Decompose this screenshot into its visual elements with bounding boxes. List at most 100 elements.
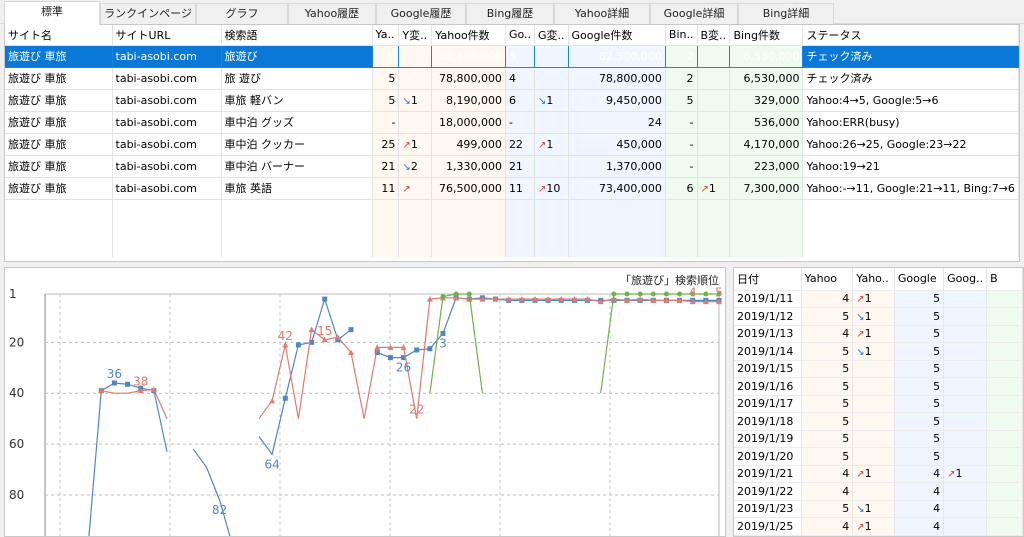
- cell-b: 2: [665, 67, 698, 90]
- data-label: 26: [396, 361, 411, 375]
- column-header[interactable]: B変..: [697, 25, 731, 46]
- history-google-rank: 5: [894, 307, 945, 326]
- rank-change-value: 1: [864, 344, 872, 358]
- cell-url: tabi-asobi.com: [112, 155, 222, 178]
- tab-3[interactable]: Yahoo履歴: [288, 3, 376, 24]
- history-row[interactable]: 2019/1/11 4 ↗1 5: [734, 290, 1023, 308]
- cell-y: 11: [372, 177, 400, 200]
- table-row[interactable]: 旅遊び 車旅 tabi-asobi.com 旅 遊び 5 78,800,000 4 78,8…: [5, 67, 1019, 90]
- cell-gc: ↘1: [534, 89, 569, 112]
- history-row[interactable]: 2019/1/13 4 ↗1 5: [734, 325, 1023, 343]
- history-google-change: [943, 500, 988, 518]
- table-row[interactable]: 旅遊び 車旅 tabi-asobi.com 車旅 英語 11 ↗ 76,500,000 11…: [5, 177, 1019, 200]
- cell-yc: ↘1: [398, 89, 433, 112]
- column-header[interactable]: Go..: [505, 25, 536, 46]
- series-line-1: [258, 297, 719, 420]
- tab-7[interactable]: Google詳細: [650, 3, 738, 24]
- cell-bn: 536,000: [729, 111, 804, 134]
- tab-4[interactable]: Google履歴: [376, 3, 466, 24]
- history-yahoo-change: [852, 377, 895, 396]
- cell-yn: 8,190,000: [431, 89, 506, 112]
- history-row[interactable]: 2019/1/14 5 ↘1 5: [734, 342, 1023, 361]
- history-google-change: [943, 447, 988, 466]
- history-yahoo-change: [852, 412, 895, 431]
- column-header[interactable]: Ya..: [372, 25, 400, 46]
- history-row[interactable]: 2019/1/12 5 ↘1 5: [734, 307, 1023, 326]
- data-label: 36: [107, 367, 122, 381]
- tab-0[interactable]: 標準: [4, 1, 100, 25]
- cell-y: 5: [372, 67, 400, 90]
- rank-change-value: 1: [546, 137, 554, 151]
- column-header[interactable]: Bin..: [665, 25, 698, 46]
- tab-2[interactable]: グラフ: [196, 3, 288, 24]
- rank-change-value: 1: [864, 519, 872, 533]
- table-row[interactable]: 旅遊び 車旅 tabi-asobi.com 車旅 軽バン 5 ↘1 8,190,000 6 ↘…: [5, 89, 1019, 112]
- history-yahoo-change: ↗1: [852, 517, 895, 536]
- history-google-change: [943, 482, 988, 501]
- history-yahoo-rank: 5: [801, 412, 854, 431]
- cell-gn: 82,300,000: [568, 45, 666, 68]
- history-row[interactable]: 2019/1/17 5 5: [734, 395, 1023, 413]
- history-google-rank: 5: [894, 412, 945, 431]
- rank-change-value: 1: [708, 181, 716, 195]
- history-row[interactable]: 2019/1/21 4 ↗1 4 ↗1: [734, 465, 1023, 483]
- history-column-header[interactable]: 日付: [734, 268, 802, 291]
- yahoo-point: [295, 342, 301, 348]
- bing-point: [440, 294, 446, 300]
- cell-status: チェック済み: [802, 67, 1019, 90]
- column-header[interactable]: ステータス: [802, 25, 1019, 46]
- history-row[interactable]: 2019/1/18 5 5: [734, 412, 1023, 431]
- history-column-header[interactable]: Goog..: [943, 268, 988, 291]
- history-yahoo-change: [852, 430, 895, 448]
- column-header[interactable]: サイトURL: [112, 25, 222, 46]
- tab-5[interactable]: Bing履歴: [466, 3, 554, 24]
- history-google-change: [943, 342, 988, 361]
- column-header[interactable]: Bing件数: [729, 25, 804, 46]
- column-header[interactable]: Y変..: [398, 25, 433, 46]
- history-yahoo-rank: 5: [801, 395, 854, 413]
- history-yahoo-rank: 4: [801, 517, 854, 536]
- bing-point: [677, 291, 683, 297]
- cell-bc: [697, 67, 731, 90]
- history-row[interactable]: 2019/1/23 5 ↘1 4: [734, 500, 1023, 518]
- history-yahoo-rank: 4: [801, 325, 854, 343]
- history-column-header[interactable]: B: [986, 268, 1023, 291]
- history-row[interactable]: 2019/1/25 4 ↗1 4: [734, 517, 1023, 536]
- history-row[interactable]: 2019/1/16 5 5: [734, 377, 1023, 396]
- column-header[interactable]: Google件数: [568, 25, 666, 46]
- rank-up-icon: ↗: [856, 329, 865, 341]
- tab-1[interactable]: ランクインページ: [100, 3, 196, 24]
- history-date: 2019/1/12: [734, 307, 802, 326]
- tab-8[interactable]: Bing詳細: [738, 3, 834, 24]
- rank-chart: 「旅遊び」検索順位 1 20 40 60 80 36 38 42 15 64 82 26 22 3 4 5: [9, 273, 723, 536]
- tab-6[interactable]: Yahoo詳細: [554, 3, 650, 24]
- history-column-header[interactable]: Google: [894, 268, 945, 291]
- history-column-header[interactable]: Yaho..: [852, 268, 895, 291]
- yahoo-point: [322, 296, 328, 302]
- cell-g: 5: [505, 45, 536, 68]
- history-yahoo-rank: 5: [801, 377, 854, 396]
- cell-gn: 78,800,000: [568, 67, 666, 90]
- cell-site: 旅遊び 車旅: [5, 111, 113, 134]
- column-header[interactable]: Yahoo件数: [431, 25, 506, 46]
- history-date: 2019/1/15: [734, 360, 802, 378]
- history-column-header[interactable]: Yahoo: [801, 268, 854, 291]
- data-label: 15: [317, 324, 332, 338]
- column-header[interactable]: 検索語: [221, 25, 373, 46]
- column-header[interactable]: サイト名: [5, 25, 113, 46]
- history-row[interactable]: 2019/1/15 5 5: [734, 360, 1023, 378]
- history-row[interactable]: 2019/1/22 4 4: [734, 482, 1023, 501]
- cell-site: 旅遊び 車旅: [5, 45, 113, 68]
- table-row[interactable]: 旅遊び 車旅 tabi-asobi.com 旅遊び 5 82,300,000 5 82,30…: [5, 45, 1019, 68]
- table-row[interactable]: 旅遊び 車旅 tabi-asobi.com 車中泊 クッカー 25 ↗1 499,000 2…: [5, 133, 1019, 156]
- column-header[interactable]: G変..: [534, 25, 569, 46]
- history-row[interactable]: 2019/1/20 5 5: [734, 447, 1023, 466]
- table-row[interactable]: 旅遊び 車旅 tabi-asobi.com 車中泊 グッズ -18,000,000-2…: [5, 111, 1019, 134]
- rank-change-value: 1: [864, 502, 872, 516]
- history-date: 2019/1/19: [734, 430, 802, 448]
- rank-up-icon: ↗: [700, 183, 709, 195]
- history-google-rank: 5: [894, 342, 945, 361]
- history-row[interactable]: 2019/1/19 5 5: [734, 430, 1023, 448]
- table-row[interactable]: 旅遊び 車旅 tabi-asobi.com 車中泊 バーナー 21 ↘2 1,330,00…: [5, 155, 1019, 178]
- history-google-rank: 4: [894, 482, 945, 501]
